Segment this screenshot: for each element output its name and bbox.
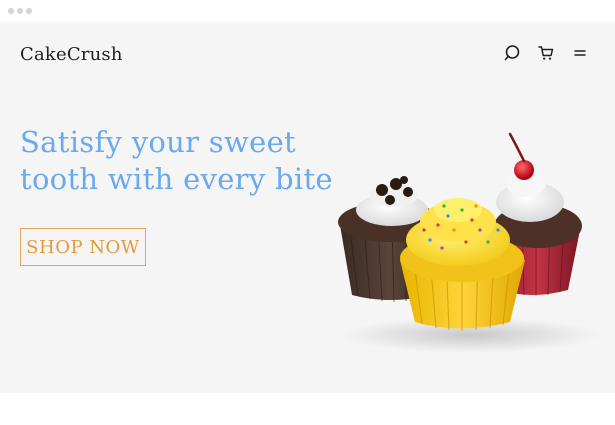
page-content: CakeCrush Satisfy your sweet tooth with … xyxy=(0,22,615,393)
window-titlebar xyxy=(0,0,615,22)
brand-logo[interactable]: CakeCrush xyxy=(20,44,123,65)
footer-area xyxy=(0,393,615,425)
headline-line-1: Satisfy your sweet xyxy=(20,125,296,159)
search-icon[interactable] xyxy=(502,43,522,63)
hero-headline: Satisfy your sweet tooth with every bite xyxy=(20,124,340,198)
window-control-dot[interactable] xyxy=(17,8,23,14)
headline-line-2: tooth with every bite xyxy=(20,162,333,196)
menu-icon[interactable] xyxy=(570,43,590,63)
shop-now-button[interactable]: SHOP NOW xyxy=(20,228,146,266)
window-control-dot[interactable] xyxy=(8,8,14,14)
window-control-dot[interactable] xyxy=(26,8,32,14)
cupcakes-image xyxy=(338,132,600,353)
cart-icon[interactable] xyxy=(536,43,556,63)
